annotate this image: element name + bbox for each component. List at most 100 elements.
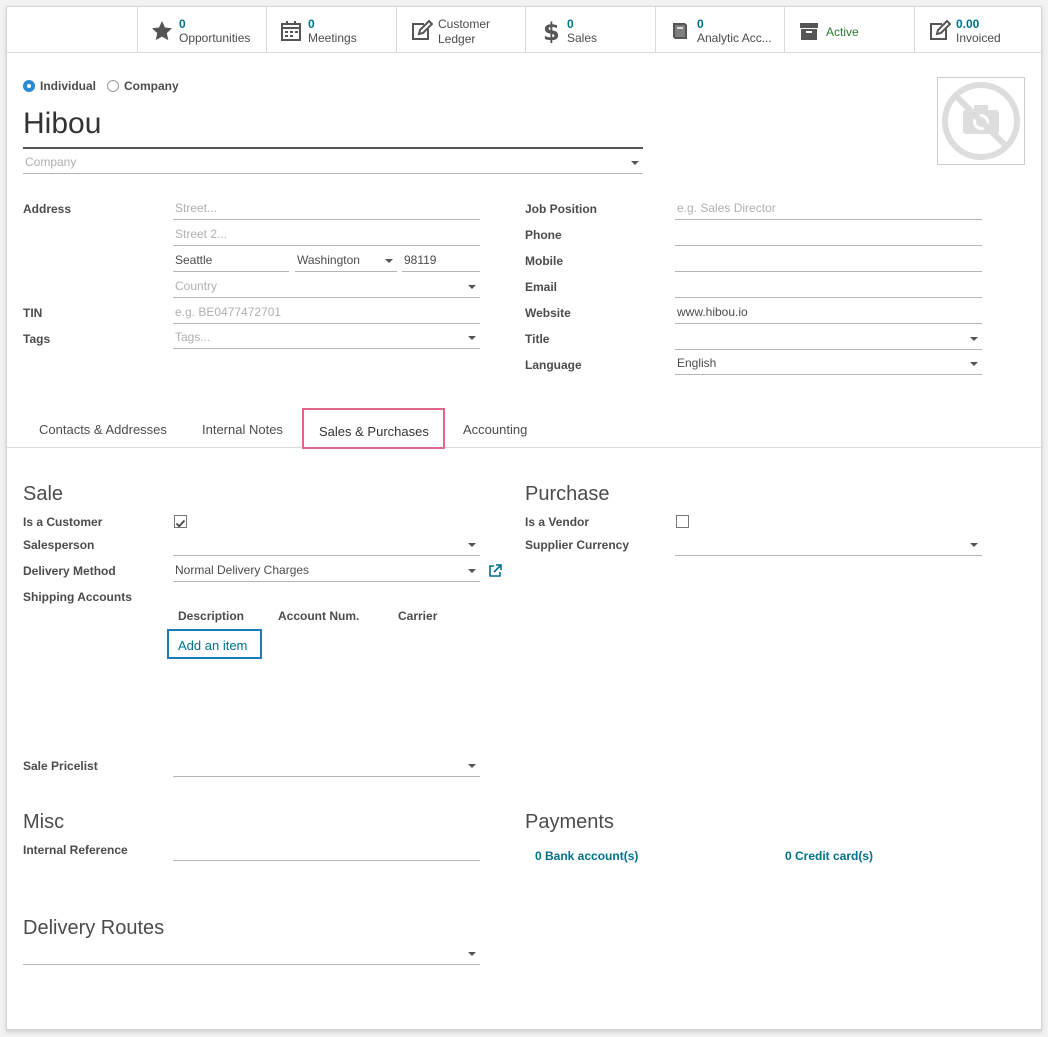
is-customer-checkbox[interactable] xyxy=(174,515,187,528)
tags-placeholder: Tags... xyxy=(175,330,211,344)
invoiced-button[interactable]: 0.00 Invoiced xyxy=(914,7,1043,52)
col-account-num: Account Num. xyxy=(278,609,360,623)
is-vendor-checkbox[interactable] xyxy=(676,515,689,528)
customer-ledger-line2: Ledger xyxy=(438,32,476,46)
street-input[interactable]: Street... xyxy=(173,198,480,220)
company-radio[interactable] xyxy=(107,80,119,92)
job-position-input[interactable]: e.g. Sales Director xyxy=(675,198,982,220)
analytic-accounts-button[interactable]: 0 Analytic Acc... xyxy=(655,7,785,52)
city-input[interactable]: Seattle xyxy=(173,250,289,272)
salesperson-select[interactable] xyxy=(173,534,480,556)
is-customer-label: Is a Customer xyxy=(23,515,103,529)
sale-pricelist-label: Sale Pricelist xyxy=(23,759,98,773)
active-toggle-button[interactable]: Active xyxy=(784,7,914,52)
supplier-currency-select[interactable] xyxy=(675,534,982,556)
country-placeholder: Country xyxy=(175,279,218,293)
mobile-label: Mobile xyxy=(525,254,563,268)
job-position-placeholder: e.g. Sales Director xyxy=(677,201,776,215)
company-placeholder: Company xyxy=(25,155,77,169)
invoiced-amount: 0.00 xyxy=(956,17,980,31)
internal-reference-label: Internal Reference xyxy=(23,843,128,857)
avatar[interactable] xyxy=(937,77,1025,165)
misc-heading: Misc xyxy=(23,811,65,833)
individual-radio[interactable] xyxy=(23,80,35,92)
active-label: Active xyxy=(826,25,859,39)
tin-label: TIN xyxy=(23,306,43,320)
street2-input[interactable]: Street 2... xyxy=(173,224,480,246)
edit-icon xyxy=(930,19,951,40)
col-carrier: Carrier xyxy=(398,609,438,623)
sale-pricelist-select[interactable] xyxy=(173,755,480,777)
supplier-currency-label: Supplier Currency xyxy=(525,538,630,552)
chevron-down-icon xyxy=(385,259,393,263)
smart-button-bar: 0 Opportunities 0 Meetings Customer Ledge… xyxy=(7,7,1043,53)
credit-cards-link[interactable]: 0 Credit card(s) xyxy=(785,849,873,863)
mobile-input[interactable] xyxy=(675,250,982,272)
tin-placeholder: e.g. BE0477472701 xyxy=(175,305,282,319)
archive-icon xyxy=(800,23,818,40)
street-placeholder: Street... xyxy=(175,201,218,215)
country-select[interactable]: Country xyxy=(173,276,480,298)
delivery-method-label: Delivery Method xyxy=(23,564,116,578)
street2-placeholder: Street 2... xyxy=(175,227,228,241)
tags-input[interactable]: Tags... xyxy=(173,327,480,349)
chevron-down-icon xyxy=(468,569,476,573)
customer-ledger-button[interactable]: Customer Ledger xyxy=(396,7,526,52)
external-link-icon[interactable] xyxy=(488,564,502,578)
partner-form-sheet: 0 Opportunities 0 Meetings Customer Ledge… xyxy=(6,6,1043,1030)
purchase-heading: Purchase xyxy=(525,483,610,505)
analytic-label: Analytic Acc... xyxy=(697,31,772,45)
meetings-button[interactable]: 0 Meetings xyxy=(266,7,396,52)
delivery-routes-heading: Delivery Routes xyxy=(23,917,165,939)
payments-heading: Payments xyxy=(525,811,614,833)
state-value: Washington xyxy=(297,253,360,267)
add-item-button[interactable]: Add an item xyxy=(167,629,262,659)
chevron-down-icon xyxy=(468,543,476,547)
company-radio-label: Company xyxy=(124,79,179,93)
customer-ledger-label: Customer Ledger xyxy=(438,17,490,47)
delivery-method-value: Normal Delivery Charges xyxy=(175,563,310,577)
chevron-down-icon xyxy=(468,952,476,956)
sale-heading: Sale xyxy=(23,483,64,505)
tin-input[interactable]: e.g. BE0477472701 xyxy=(173,302,480,324)
book-icon xyxy=(673,23,687,39)
zip-input[interactable]: 98119 xyxy=(402,250,480,272)
tab-internal-notes[interactable]: Internal Notes xyxy=(202,422,283,437)
tab-sales-purchases[interactable]: Sales & Purchases xyxy=(302,408,445,449)
shipping-accounts-label: Shipping Accounts xyxy=(23,590,132,604)
internal-reference-input[interactable] xyxy=(173,839,480,861)
title-select[interactable] xyxy=(675,328,982,350)
check-icon xyxy=(175,519,186,528)
website-input[interactable]: www.hibou.io xyxy=(675,302,982,324)
analytic-count: 0 xyxy=(697,17,704,31)
phone-label: Phone xyxy=(525,228,562,242)
delivery-method-select[interactable]: Normal Delivery Charges xyxy=(173,560,480,582)
phone-input[interactable] xyxy=(675,224,982,246)
chevron-down-icon xyxy=(468,764,476,768)
salesperson-label: Salesperson xyxy=(23,538,95,552)
email-label: Email xyxy=(525,280,558,294)
individual-label: Individual xyxy=(40,79,97,93)
chevron-down-icon xyxy=(468,336,476,340)
tab-contacts-addresses[interactable]: Contacts & Addresses xyxy=(39,422,167,437)
tab-sales-purchases-label: Sales & Purchases xyxy=(319,424,429,439)
dollar-icon: $ xyxy=(543,19,560,43)
bank-accounts-link[interactable]: 0 Bank account(s) xyxy=(535,849,638,863)
calendar-icon xyxy=(281,21,301,41)
tab-accounting[interactable]: Accounting xyxy=(463,422,527,437)
sales-button[interactable]: $ 0 Sales xyxy=(525,7,655,52)
state-select[interactable]: Washington xyxy=(295,250,397,272)
col-description: Description xyxy=(178,609,245,623)
email-input[interactable] xyxy=(675,276,982,298)
language-value: English xyxy=(677,356,717,370)
invoiced-label: Invoiced xyxy=(956,31,1001,45)
partner-name-input[interactable]: Hibou xyxy=(23,105,643,149)
language-select[interactable]: English xyxy=(675,353,982,375)
chevron-down-icon xyxy=(468,285,476,289)
opportunities-label: Opportunities xyxy=(179,31,251,45)
website-label: Website xyxy=(525,306,571,320)
opportunities-button[interactable]: 0 Opportunities xyxy=(137,7,267,52)
edit-icon xyxy=(412,19,433,40)
delivery-routes-select[interactable] xyxy=(23,943,480,965)
company-select[interactable]: Company xyxy=(23,152,643,174)
